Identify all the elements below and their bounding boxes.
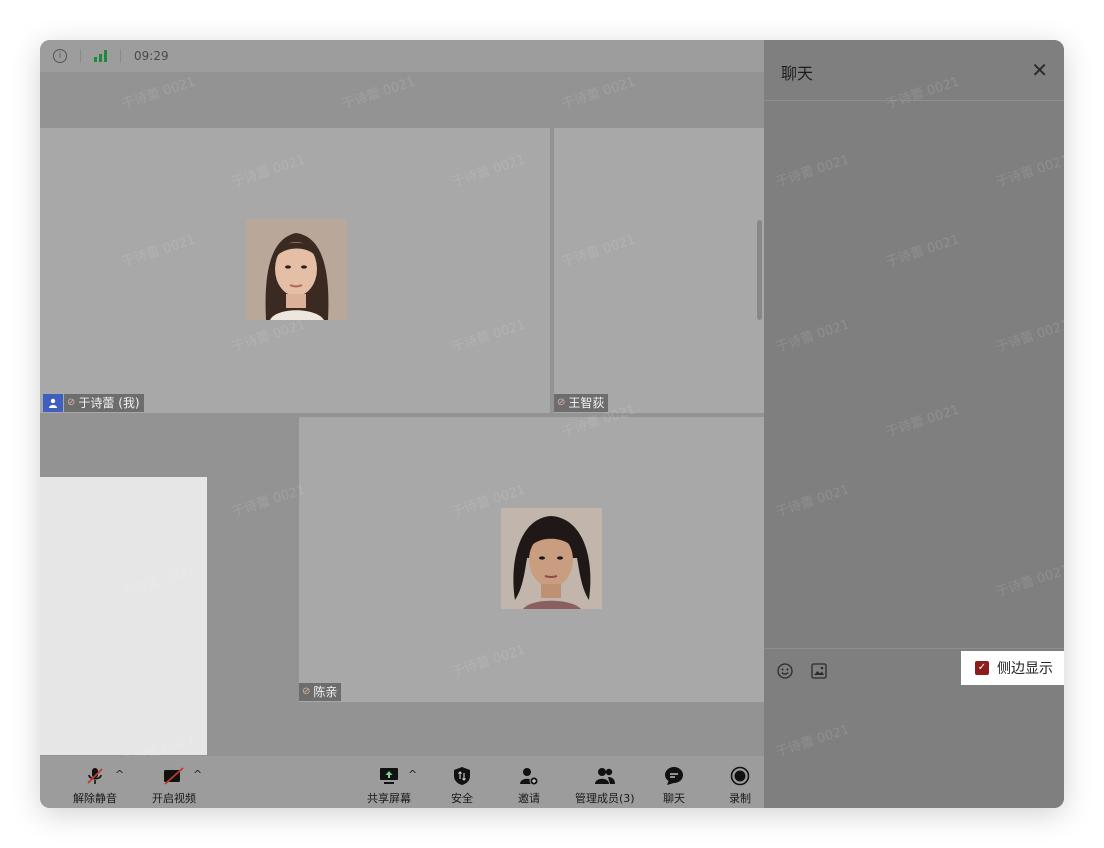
start-video-button[interactable]: 开启视频: [152, 766, 196, 806]
participant-name-tag: ⊘ 陈亲: [299, 683, 342, 701]
watermark: 于诗蕾 0021: [994, 152, 1064, 191]
watermark: 于诗蕾 0021: [560, 74, 638, 113]
start-video-label: 开启视频: [152, 792, 196, 805]
members-icon: [593, 766, 617, 786]
manage-members-label: 管理成员(3): [575, 792, 635, 805]
watermark: 于诗蕾 0021: [994, 317, 1064, 356]
share-screen-label: 共享屏幕: [367, 792, 411, 805]
video-tile-participant[interactable]: [299, 417, 764, 702]
unmute-label: 解除静音: [73, 792, 117, 805]
chat-panel: 聊天 ✕ 于诗蕾 0021 于诗蕾 0021 于诗蕾 0021 于诗蕾 0021…: [764, 40, 1064, 808]
mic-muted-icon: ⊘: [67, 397, 76, 408]
side-display-label: 侧边显示: [997, 661, 1053, 677]
meeting-window: i 09:29 ⊘ 于诗蕾 (我) ⊘ 王智荻 ⊘ 陈亲 于诗蕾 0021 于诗…: [40, 40, 1064, 808]
host-badge-icon: [43, 394, 63, 412]
watermark: 于诗蕾 0021: [774, 482, 852, 521]
watermark: 于诗蕾 0021: [120, 74, 198, 113]
video-off-icon: [162, 766, 186, 786]
manage-members-button[interactable]: 管理成员(3): [575, 766, 635, 806]
participant-name: 于诗蕾 (我): [78, 396, 140, 410]
watermark: 于诗蕾 0021: [774, 152, 852, 191]
watermark: 于诗蕾 0021: [774, 722, 852, 761]
invite-label: 邀请: [518, 792, 540, 805]
chevron-up-icon[interactable]: ^: [115, 768, 124, 781]
watermark: 于诗蕾 0021: [340, 74, 418, 113]
divider: [80, 49, 81, 63]
security-label: 安全: [451, 792, 473, 805]
meeting-time: 09:29: [134, 49, 169, 63]
divider: [120, 49, 121, 63]
meeting-toolbar: 解除静音 ^ 开启视频 ^ 共享屏幕 ^ 安全 邀请 管理成员(3) 聊天 录制: [40, 756, 764, 808]
share-screen-icon: [377, 766, 401, 786]
record-button[interactable]: 录制: [728, 766, 752, 806]
watermark: 于诗蕾 0021: [774, 317, 852, 356]
mic-muted-icon: ⊘: [557, 397, 566, 408]
info-icon[interactable]: i: [53, 49, 67, 63]
security-button[interactable]: 安全: [450, 766, 474, 806]
chat-icon: [662, 766, 686, 786]
shield-icon: [450, 766, 474, 786]
chat-button[interactable]: 聊天: [662, 766, 686, 806]
avatar: [501, 508, 602, 609]
mic-off-icon: [83, 766, 107, 786]
participant-name: 陈亲: [313, 685, 338, 699]
scrollbar[interactable]: [757, 220, 762, 320]
close-icon[interactable]: ✕: [1031, 60, 1048, 80]
signal-strength-icon[interactable]: [94, 50, 107, 62]
participant-name-tag: ⊘ 于诗蕾 (我): [64, 394, 144, 412]
mic-muted-icon: ⊘: [302, 686, 311, 697]
emoji-icon[interactable]: [777, 663, 793, 679]
side-display-toggle[interactable]: ✓ 侧边显示: [961, 651, 1064, 685]
watermark: 于诗蕾 0021: [884, 402, 962, 441]
video-tile-participant[interactable]: [554, 128, 764, 413]
avatar: [246, 219, 347, 320]
add-user-icon: [517, 766, 541, 786]
watermark: 于诗蕾 0021: [884, 232, 962, 271]
watermark: 于诗蕾 0021: [230, 482, 308, 521]
share-screen-button[interactable]: 共享屏幕: [367, 766, 411, 806]
video-placeholder: [40, 477, 207, 755]
watermark: 于诗蕾 0021: [994, 562, 1064, 601]
record-icon: [728, 766, 752, 786]
invite-button[interactable]: 邀请: [517, 766, 541, 806]
chevron-up-icon[interactable]: ^: [408, 768, 417, 781]
status-bar: i 09:29: [40, 40, 764, 72]
image-icon[interactable]: [811, 663, 827, 679]
record-label: 录制: [729, 792, 751, 805]
chevron-up-icon[interactable]: ^: [193, 768, 202, 781]
chat-title: 聊天: [781, 64, 814, 83]
checkbox-checked-icon[interactable]: ✓: [975, 661, 989, 675]
chat-label: 聊天: [663, 792, 685, 805]
unmute-button[interactable]: 解除静音: [73, 766, 117, 806]
